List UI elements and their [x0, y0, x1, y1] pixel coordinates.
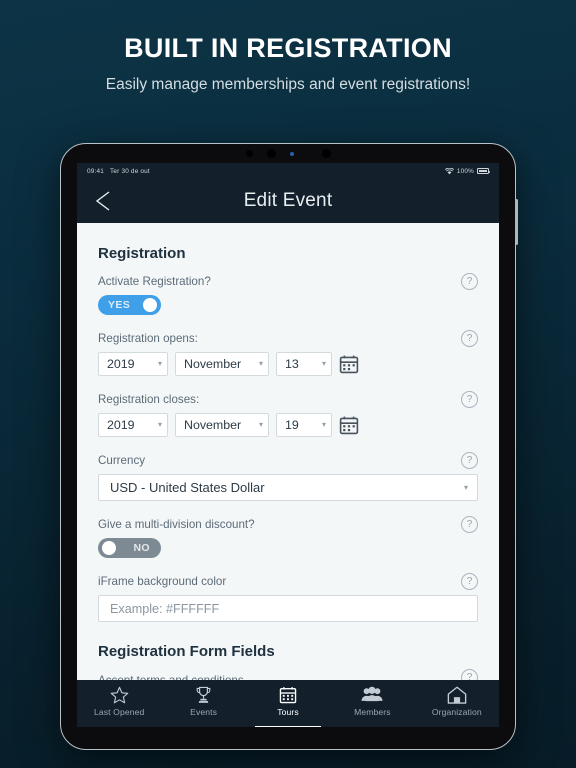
iframe-background-color-input[interactable] [98, 595, 478, 622]
help-icon-closes[interactable]: ? [461, 391, 478, 408]
tab-label-last-opened: Last Opened [94, 707, 145, 717]
registration-closes-label: Registration closes: [98, 393, 200, 406]
currency-value: USD - United States Dollar [110, 480, 265, 495]
front-camera-dot [266, 149, 276, 158]
toggle-knob [143, 298, 157, 312]
chevron-down-icon: ▾ [258, 420, 263, 429]
promo-subtitle: Easily manage memberships and event regi… [105, 75, 471, 93]
multi-division-discount-toggle-label: NO [133, 542, 150, 554]
form-content: Registration Activate Registration? ? YE… [77, 223, 499, 727]
status-bar-left: 09:41 Ter 30 de out [87, 168, 150, 175]
status-bar-right: 100% [444, 167, 491, 175]
sensor-dot-2 [321, 149, 331, 158]
help-icon-activate[interactable]: ? [461, 273, 478, 290]
registration-closes-selectors: 2019 ▾ November ▾ 19 ▾ [98, 413, 478, 437]
activate-registration-toggle[interactable]: YES [98, 295, 161, 315]
closes-year-value: 2019 [107, 418, 135, 432]
tablet-device-frame: 09:41 Ter 30 de out 100% Edit Event Regi… [60, 143, 519, 750]
multi-division-discount-toggle[interactable]: NO [98, 538, 161, 558]
tab-label-events: Events [190, 707, 218, 717]
device-bezel-sensors [61, 144, 515, 163]
tab-members[interactable]: Members [330, 685, 414, 727]
wifi-icon [444, 167, 454, 175]
tab-label-tours: Tours [277, 707, 299, 717]
back-chevron-icon[interactable] [91, 188, 117, 214]
registration-opens-selectors: 2019 ▾ November ▾ 13 ▾ [98, 352, 478, 376]
section-title-registration-form-fields: Registration Form Fields [98, 643, 275, 660]
people-icon [361, 685, 383, 704]
chevron-down-icon: ▾ [157, 420, 162, 429]
chevron-down-icon: ▾ [463, 482, 468, 492]
opens-month-select[interactable]: November ▾ [175, 352, 269, 376]
field-multi-division-discount: Give a multi-division discount? ? NO [98, 516, 478, 558]
status-time: 09:41 [87, 167, 104, 175]
currency-select[interactable]: USD - United States Dollar ▾ [98, 474, 478, 501]
battery-icon [477, 168, 491, 174]
battery-percent: 100% [456, 167, 474, 175]
calendar-icon-closes[interactable] [339, 415, 359, 435]
chevron-down-icon: ▾ [321, 420, 326, 429]
promo-title: BUILT IN REGISTRATION [124, 33, 452, 63]
page-title: Edit Event [243, 190, 333, 211]
tab-tours[interactable]: Tours [246, 685, 330, 727]
home-icon [447, 685, 467, 704]
tab-organization[interactable]: Organization [415, 685, 499, 727]
sensor-dot [245, 150, 253, 157]
promo-header: BUILT IN REGISTRATION Easily manage memb… [0, 0, 576, 94]
closes-day-value: 19 [285, 418, 299, 432]
bottom-tab-bar: Last Opened Events Tours Members Organiz… [77, 680, 499, 727]
opens-year-select[interactable]: 2019 ▾ [98, 352, 168, 376]
registration-opens-label: Registration opens: [98, 332, 198, 345]
toggle-knob [102, 541, 116, 555]
help-icon-discount[interactable]: ? [461, 516, 478, 533]
status-date: Ter 30 de out [110, 167, 150, 175]
chevron-down-icon: ▾ [321, 359, 326, 368]
calendar-icon [279, 685, 297, 704]
tab-label-members: Members [354, 707, 391, 717]
indicator-dot [289, 151, 294, 156]
opens-day-value: 13 [285, 357, 299, 371]
nav-bar: Edit Event [77, 179, 499, 223]
closes-year-select[interactable]: 2019 ▾ [98, 413, 168, 437]
opens-year-value: 2019 [107, 357, 135, 371]
help-icon-currency[interactable]: ? [461, 452, 478, 469]
opens-day-select[interactable]: 13 ▾ [276, 352, 332, 376]
closes-day-select[interactable]: 19 ▾ [276, 413, 332, 437]
tab-events[interactable]: Events [161, 685, 245, 727]
help-icon-iframe-color[interactable]: ? [461, 573, 478, 590]
tab-last-opened[interactable]: Last Opened [77, 685, 161, 727]
calendar-icon-opens[interactable] [339, 354, 359, 374]
star-icon [110, 685, 129, 704]
field-registration-opens: Registration opens: ? 2019 ▾ November ▾ … [98, 330, 478, 376]
activate-registration-toggle-label: YES [108, 299, 131, 311]
section-title-registration: Registration [98, 245, 186, 262]
help-icon-opens[interactable]: ? [461, 330, 478, 347]
closes-month-value: November [184, 418, 242, 432]
multi-division-discount-label: Give a multi-division discount? [98, 518, 255, 531]
activate-registration-label: Activate Registration? [98, 275, 211, 288]
field-registration-closes: Registration closes: ? 2019 ▾ November ▾… [98, 391, 478, 437]
currency-label: Currency [98, 454, 146, 467]
chevron-down-icon: ▾ [157, 359, 162, 368]
field-iframe-background-color: iFrame background color ? [98, 573, 478, 622]
opens-month-value: November [184, 357, 242, 371]
closes-month-select[interactable]: November ▾ [175, 413, 269, 437]
trophy-icon [195, 685, 212, 704]
tablet-screen: 09:41 Ter 30 de out 100% Edit Event Regi… [77, 163, 499, 727]
field-currency: Currency ? USD - United States Dollar ▾ [98, 452, 478, 501]
status-bar: 09:41 Ter 30 de out 100% [77, 163, 499, 179]
iframe-background-color-label: iFrame background color [98, 575, 227, 588]
chevron-down-icon: ▾ [258, 359, 263, 368]
field-activate-registration: Activate Registration? ? YES [98, 273, 478, 315]
tab-label-organization: Organization [431, 707, 482, 717]
tab-active-indicator [255, 726, 322, 727]
